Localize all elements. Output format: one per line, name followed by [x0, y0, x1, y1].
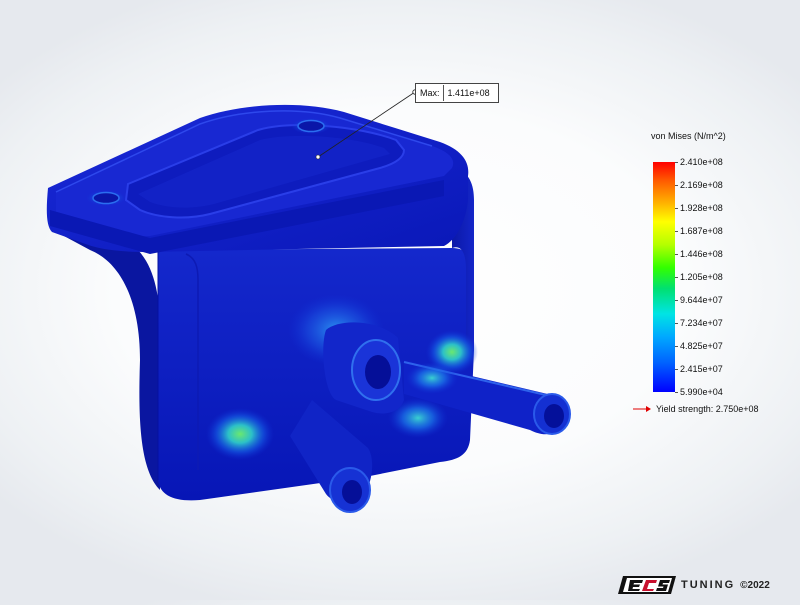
legend-title: von Mises (N/m^2) [651, 131, 726, 141]
legend-tick [675, 391, 678, 393]
max-callout-value: 1.411e+08 [447, 88, 490, 98]
watermark: TUNING ©2022 [617, 574, 795, 596]
legend-value: 1.687e+08 [680, 226, 723, 236]
legend-value: 9.644e+07 [680, 295, 723, 305]
legend-tick [675, 253, 678, 255]
max-callout[interactable]: Max: 1.411e+08 [415, 83, 499, 103]
legend-tick [675, 230, 678, 232]
legend-value: 2.169e+08 [680, 180, 723, 190]
yield-strength-row: Yield strength: 2.750e+08 [632, 404, 759, 414]
legend-value: 5.990e+04 [680, 387, 723, 397]
yield-strength-label: Yield strength: 2.750e+08 [656, 404, 759, 414]
legend-tick [675, 184, 678, 186]
legend-tick [675, 276, 678, 278]
legend-tick [675, 299, 678, 301]
legend-color-bar[interactable] [653, 162, 675, 392]
support-curve [64, 236, 160, 490]
ecs-logo [618, 576, 676, 594]
legend-tick [675, 345, 678, 347]
watermark-copyright: ©2022 [740, 579, 770, 591]
stress-spot-bottom-left [206, 408, 274, 460]
legend-value: 4.825e+07 [680, 341, 723, 351]
legend-value: 1.928e+08 [680, 203, 723, 213]
legend-tick [675, 368, 678, 370]
max-callout-label: Max: [416, 85, 444, 101]
legend-value: 2.415e+07 [680, 364, 723, 374]
legend-tick [675, 322, 678, 324]
max-pointer-dot [315, 154, 321, 160]
legend-value: 2.410e+08 [680, 157, 723, 167]
watermark-tuning: TUNING [681, 579, 736, 591]
legend-tick [675, 207, 678, 209]
legend-value: 1.205e+08 [680, 272, 723, 282]
legend-tick [675, 161, 678, 163]
legend-value: 7.234e+07 [680, 318, 723, 328]
yield-arrow-icon [633, 406, 651, 412]
legend-value: 1.446e+08 [680, 249, 723, 259]
